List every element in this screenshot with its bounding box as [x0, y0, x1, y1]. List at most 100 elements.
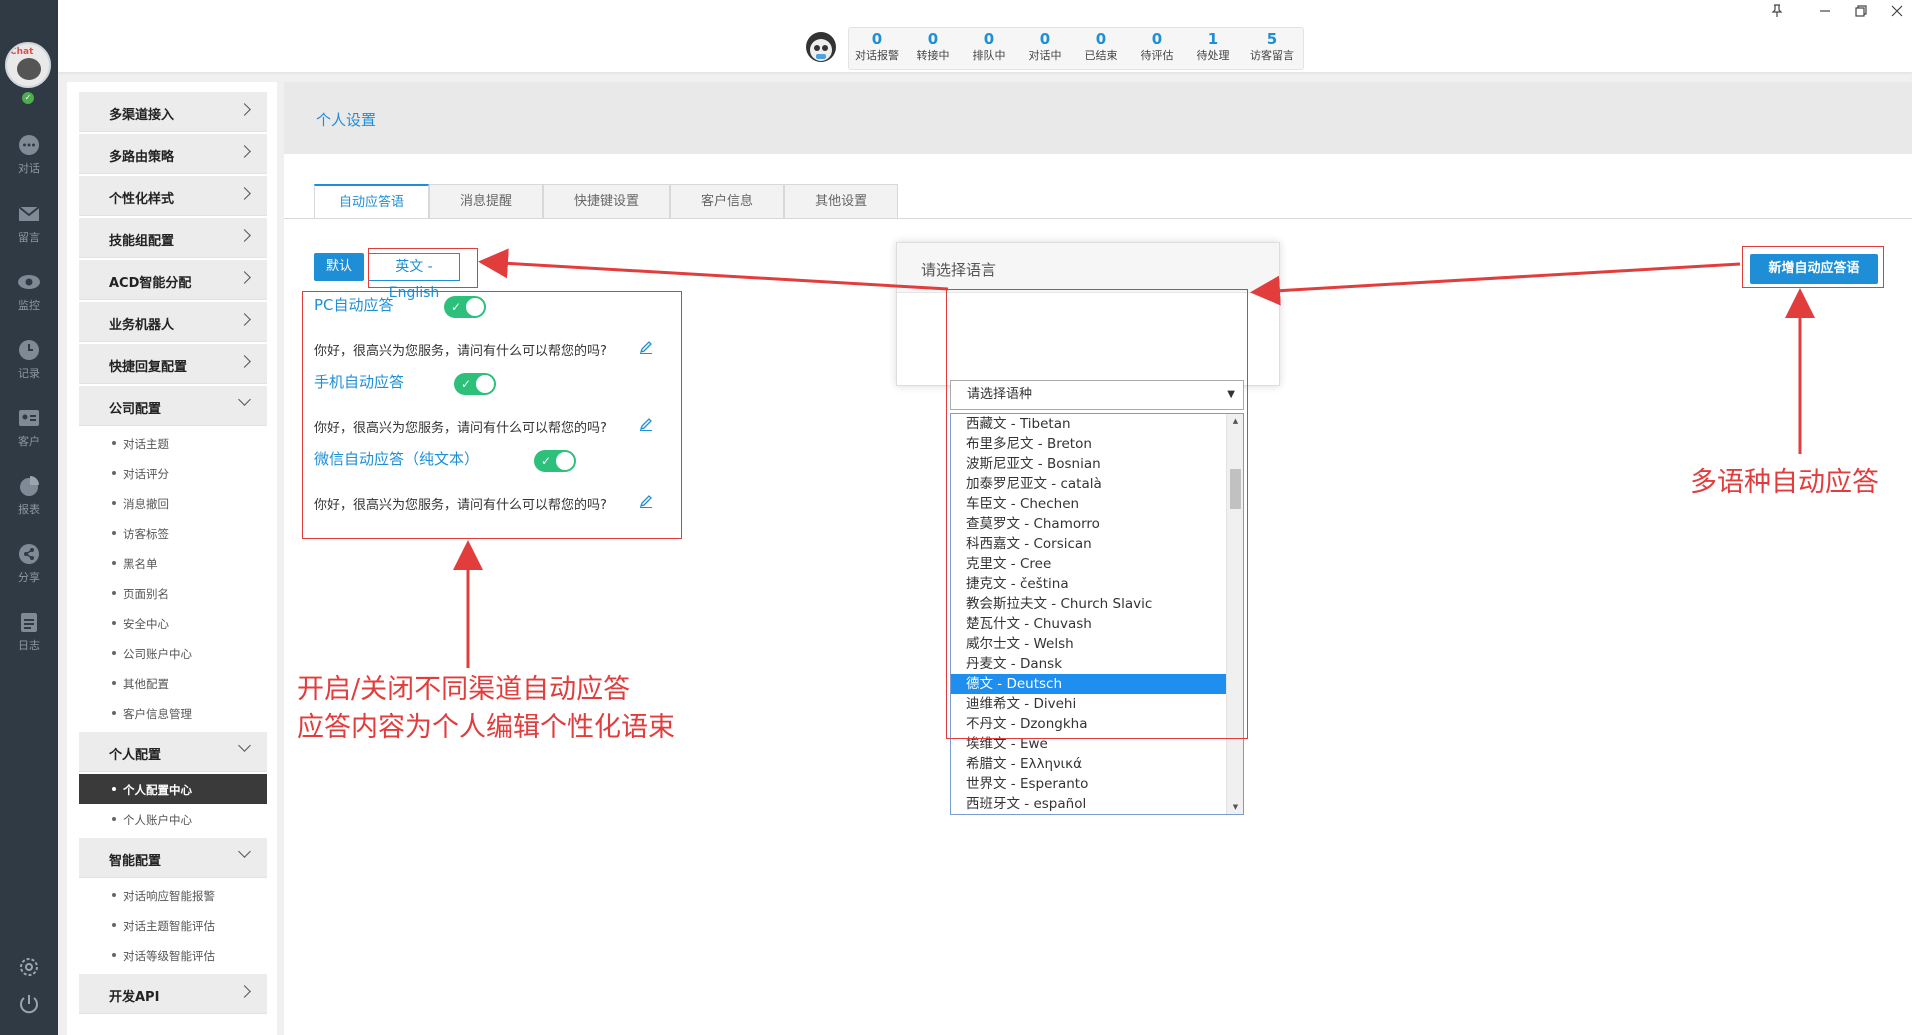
language-option-selected[interactable]: 德文 - Deutsch: [951, 674, 1227, 694]
tab-other-settings[interactable]: 其他设置: [784, 184, 899, 218]
stat-transferring[interactable]: 0 转接中: [905, 28, 961, 69]
menu-group-smart[interactable]: 智能配置: [79, 838, 267, 878]
rail-item-share[interactable]: 分享: [0, 542, 58, 585]
edit-pencil-icon[interactable]: [639, 494, 653, 508]
stat-to-process[interactable]: 1 待处理: [1185, 28, 1241, 69]
stat-ended[interactable]: 0 已结束: [1073, 28, 1129, 69]
language-option[interactable]: 丹麦文 - Dansk: [951, 654, 1227, 674]
settings-gear-icon[interactable]: [17, 955, 41, 979]
tab-auto-reply[interactable]: 自动应答语: [314, 184, 430, 219]
rail-item-customers[interactable]: 客户: [0, 406, 58, 449]
menu-group-acd[interactable]: ACD智能分配: [79, 260, 267, 300]
language-option[interactable]: 教会斯拉夫文 - Church Slavic: [951, 594, 1227, 614]
language-option[interactable]: 波斯尼亚文 - Bosnian: [951, 454, 1227, 474]
language-select[interactable]: 请选择语种 ▼: [950, 380, 1244, 410]
menu-group-multichannel[interactable]: 多渠道接入: [79, 92, 267, 132]
scroll-up-arrow-icon[interactable]: ▲: [1227, 414, 1243, 428]
language-option[interactable]: 布里多尼文 - Breton: [951, 434, 1227, 454]
language-option[interactable]: 加泰罗尼亚文 - català: [951, 474, 1227, 494]
menu-item-other-config[interactable]: 其他配置: [79, 668, 267, 698]
stat-in-chat[interactable]: 0 对话中: [1017, 28, 1073, 69]
language-option[interactable]: 车臣文 - Chechen: [951, 494, 1227, 514]
language-option[interactable]: 楚瓦什文 - Chuvash: [951, 614, 1227, 634]
edit-pencil-icon[interactable]: [639, 340, 653, 354]
menu-group-company[interactable]: 公司配置: [79, 386, 267, 426]
language-listbox[interactable]: 西藏文 - Tibetan 布里多尼文 - Breton 波斯尼亚文 - Bos…: [950, 413, 1244, 815]
language-option[interactable]: 迪维希文 - Divehi: [951, 694, 1227, 714]
menu-item-blacklist[interactable]: 黑名单: [79, 548, 267, 578]
avatar[interactable]: Chat: [5, 42, 51, 88]
close-icon[interactable]: [1888, 4, 1906, 18]
language-option[interactable]: 捷克文 - čeština: [951, 574, 1227, 594]
mobile-auto-reply-toggle[interactable]: ✓: [454, 373, 496, 395]
rail-item-reports[interactable]: 报表: [0, 474, 58, 517]
rail-label: 报表: [18, 503, 40, 516]
menu-group-quick-reply[interactable]: 快捷回复配置: [79, 344, 267, 384]
menu-group-routing[interactable]: 多路由策略: [79, 134, 267, 174]
menu-item-personal-center[interactable]: 个人配置中心: [79, 774, 267, 804]
add-auto-reply-button[interactable]: 新增自动应答语: [1750, 254, 1878, 284]
menu-group-style[interactable]: 个性化样式: [79, 176, 267, 216]
clipboard-icon: [21, 613, 37, 632]
tab-message-alert[interactable]: 消息提醒: [429, 184, 544, 218]
rail-item-monitor[interactable]: 监控: [0, 270, 58, 313]
menu-item-chat-topic[interactable]: 对话主题: [79, 428, 267, 458]
language-option[interactable]: 威尔士文 - Welsh: [951, 634, 1227, 654]
check-icon: ✓: [461, 377, 472, 391]
rail-label: 记录: [18, 367, 40, 380]
language-option[interactable]: 克里文 - Cree: [951, 554, 1227, 574]
tab-customer-info[interactable]: 客户信息: [670, 184, 785, 218]
language-select-value: 请选择语种: [967, 387, 1033, 402]
language-english-button[interactable]: 英文 - English: [368, 253, 460, 301]
menu-item-chat-rating[interactable]: 对话评分: [79, 458, 267, 488]
rail-item-message[interactable]: 留言: [0, 202, 58, 245]
minimize-icon[interactable]: [1816, 4, 1834, 18]
menu-group-api[interactable]: 开发API: [79, 974, 267, 1014]
language-option[interactable]: 希腊文 - Ελληνικά: [951, 754, 1227, 774]
menu-item-security-center[interactable]: 安全中心: [79, 608, 267, 638]
language-default-button[interactable]: 默认: [314, 253, 364, 281]
clock-icon: [19, 340, 39, 360]
menu-item-company-account[interactable]: 公司账户中心: [79, 638, 267, 668]
menu-item-customer-info[interactable]: 客户信息管理: [79, 698, 267, 728]
tab-shortcuts[interactable]: 快捷键设置: [543, 184, 671, 218]
power-icon[interactable]: [17, 992, 41, 1016]
menu-item-label: 黑名单: [123, 557, 158, 571]
rail-item-logs[interactable]: 日志: [0, 610, 58, 653]
language-option[interactable]: 埃维文 - Ewe: [951, 734, 1227, 754]
restore-icon[interactable]: [1852, 4, 1870, 18]
menu-item-message-recall[interactable]: 消息撤回: [79, 488, 267, 518]
pc-auto-reply-toggle[interactable]: ✓: [444, 296, 486, 318]
menu-item-label: 客户信息管理: [123, 707, 192, 721]
pin-icon[interactable]: [1768, 4, 1786, 18]
language-option[interactable]: 查莫罗文 - Chamorro: [951, 514, 1227, 534]
stat-pending-evaluation[interactable]: 0 待评估: [1129, 28, 1185, 69]
edit-pencil-icon[interactable]: [639, 417, 653, 431]
menu-item-level-evaluation[interactable]: 对话等级智能评估: [79, 940, 267, 970]
stat-alarm[interactable]: 0 对话报警: [849, 28, 905, 69]
language-option[interactable]: 不丹文 - Dzongkha: [951, 714, 1227, 734]
rail-item-chat[interactable]: 对话: [0, 133, 58, 176]
wechat-auto-reply-toggle[interactable]: ✓: [534, 450, 576, 472]
menu-group-skill-groups[interactable]: 技能组配置: [79, 218, 267, 258]
stat-value: 0: [1095, 30, 1107, 48]
menu-item-response-alarm[interactable]: 对话响应智能报警: [79, 880, 267, 910]
language-option[interactable]: 世界文 - Esperanto: [951, 774, 1227, 794]
language-option[interactable]: 科西嘉文 - Corsican: [951, 534, 1227, 554]
listbox-scrollbar[interactable]: ▲ ▼: [1226, 414, 1243, 814]
language-option[interactable]: 西班牙文 - español: [951, 794, 1227, 814]
stat-queueing[interactable]: 0 排队中: [961, 28, 1017, 69]
menu-item-topic-evaluation[interactable]: 对话主题智能评估: [79, 910, 267, 940]
scroll-down-arrow-icon[interactable]: ▼: [1227, 800, 1243, 814]
chevron-right-icon: [238, 145, 251, 158]
stat-visitor-messages[interactable]: 5 访客留言: [1241, 28, 1303, 69]
menu-item-page-alias[interactable]: 页面别名: [79, 578, 267, 608]
language-option[interactable]: 西藏文 - Tibetan: [951, 414, 1227, 434]
menu-item-personal-account[interactable]: 个人账户中心: [79, 804, 267, 834]
menu-group-bots[interactable]: 业务机器人: [79, 302, 267, 342]
rail-item-records[interactable]: 记录: [0, 338, 58, 381]
online-status-icon: ✓: [22, 92, 34, 104]
menu-group-personal[interactable]: 个人配置: [79, 732, 267, 772]
menu-item-visitor-tags[interactable]: 访客标签: [79, 518, 267, 548]
scrollbar-thumb[interactable]: [1230, 469, 1241, 509]
